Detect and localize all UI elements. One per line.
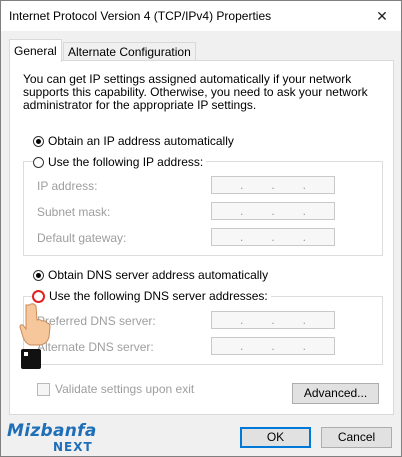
default-gateway-label: Default gateway: [37,231,127,245]
alternate-dns-label: Alternate DNS server: [37,340,154,354]
cancel-button[interactable]: Cancel [321,427,392,448]
preferred-dns-label: Preferred DNS server: [37,314,156,328]
tab-alternate-configuration[interactable]: Alternate Configuration [63,42,196,61]
ip-manual-option[interactable]: Use the following IP address: [33,155,207,169]
ip-address-label: IP address: [37,179,98,193]
ok-button[interactable]: OK [240,427,311,448]
dns-manual-option[interactable]: Use the following DNS server addresses: [32,289,271,303]
hand-pointer-icon [19,303,51,369]
brand-logo: Mizbanfa NEXT [7,421,97,454]
tab-general[interactable]: General [9,39,62,62]
dns-auto-radio[interactable] [33,269,44,281]
ip-auto-option[interactable]: Obtain an IP address automatically [33,134,237,148]
advanced-button[interactable]: Advanced... [292,383,379,404]
ip-auto-label: Obtain an IP address automatically [48,134,234,148]
properties-dialog: Internet Protocol Version 4 (TCP/IPv4) P… [0,0,402,457]
alternate-dns-field[interactable]: ... [211,337,335,355]
subnet-mask-label: Subnet mask: [37,205,111,219]
dns-manual-label: Use the following DNS server addresses: [49,289,268,303]
ip-manual-label: Use the following IP address: [48,155,204,169]
ip-auto-radio[interactable] [33,135,44,147]
validate-option[interactable]: Validate settings upon exit [37,382,194,396]
dns-auto-label: Obtain DNS server address automatically [48,268,269,282]
logo-sub-text: NEXT [53,440,93,454]
subnet-mask-field[interactable]: ... [211,202,335,220]
dns-manual-radio[interactable] [32,289,45,303]
preferred-dns-field[interactable]: ... [211,311,335,329]
close-icon[interactable]: ✕ [371,5,393,27]
title-bar: Internet Protocol Version 4 (TCP/IPv4) P… [1,1,401,31]
window-title: Internet Protocol Version 4 (TCP/IPv4) P… [9,9,272,23]
default-gateway-field[interactable]: ... [211,228,335,246]
description-text: You can get IP settings assigned automat… [23,72,368,112]
dns-auto-option[interactable]: Obtain DNS server address automatically [33,268,272,282]
logo-main-text: Mizbanfa [7,421,97,441]
ip-address-field[interactable]: ... [211,176,335,194]
validate-checkbox[interactable] [37,382,50,396]
ip-manual-radio[interactable] [33,156,44,168]
validate-label: Validate settings upon exit [55,382,195,396]
